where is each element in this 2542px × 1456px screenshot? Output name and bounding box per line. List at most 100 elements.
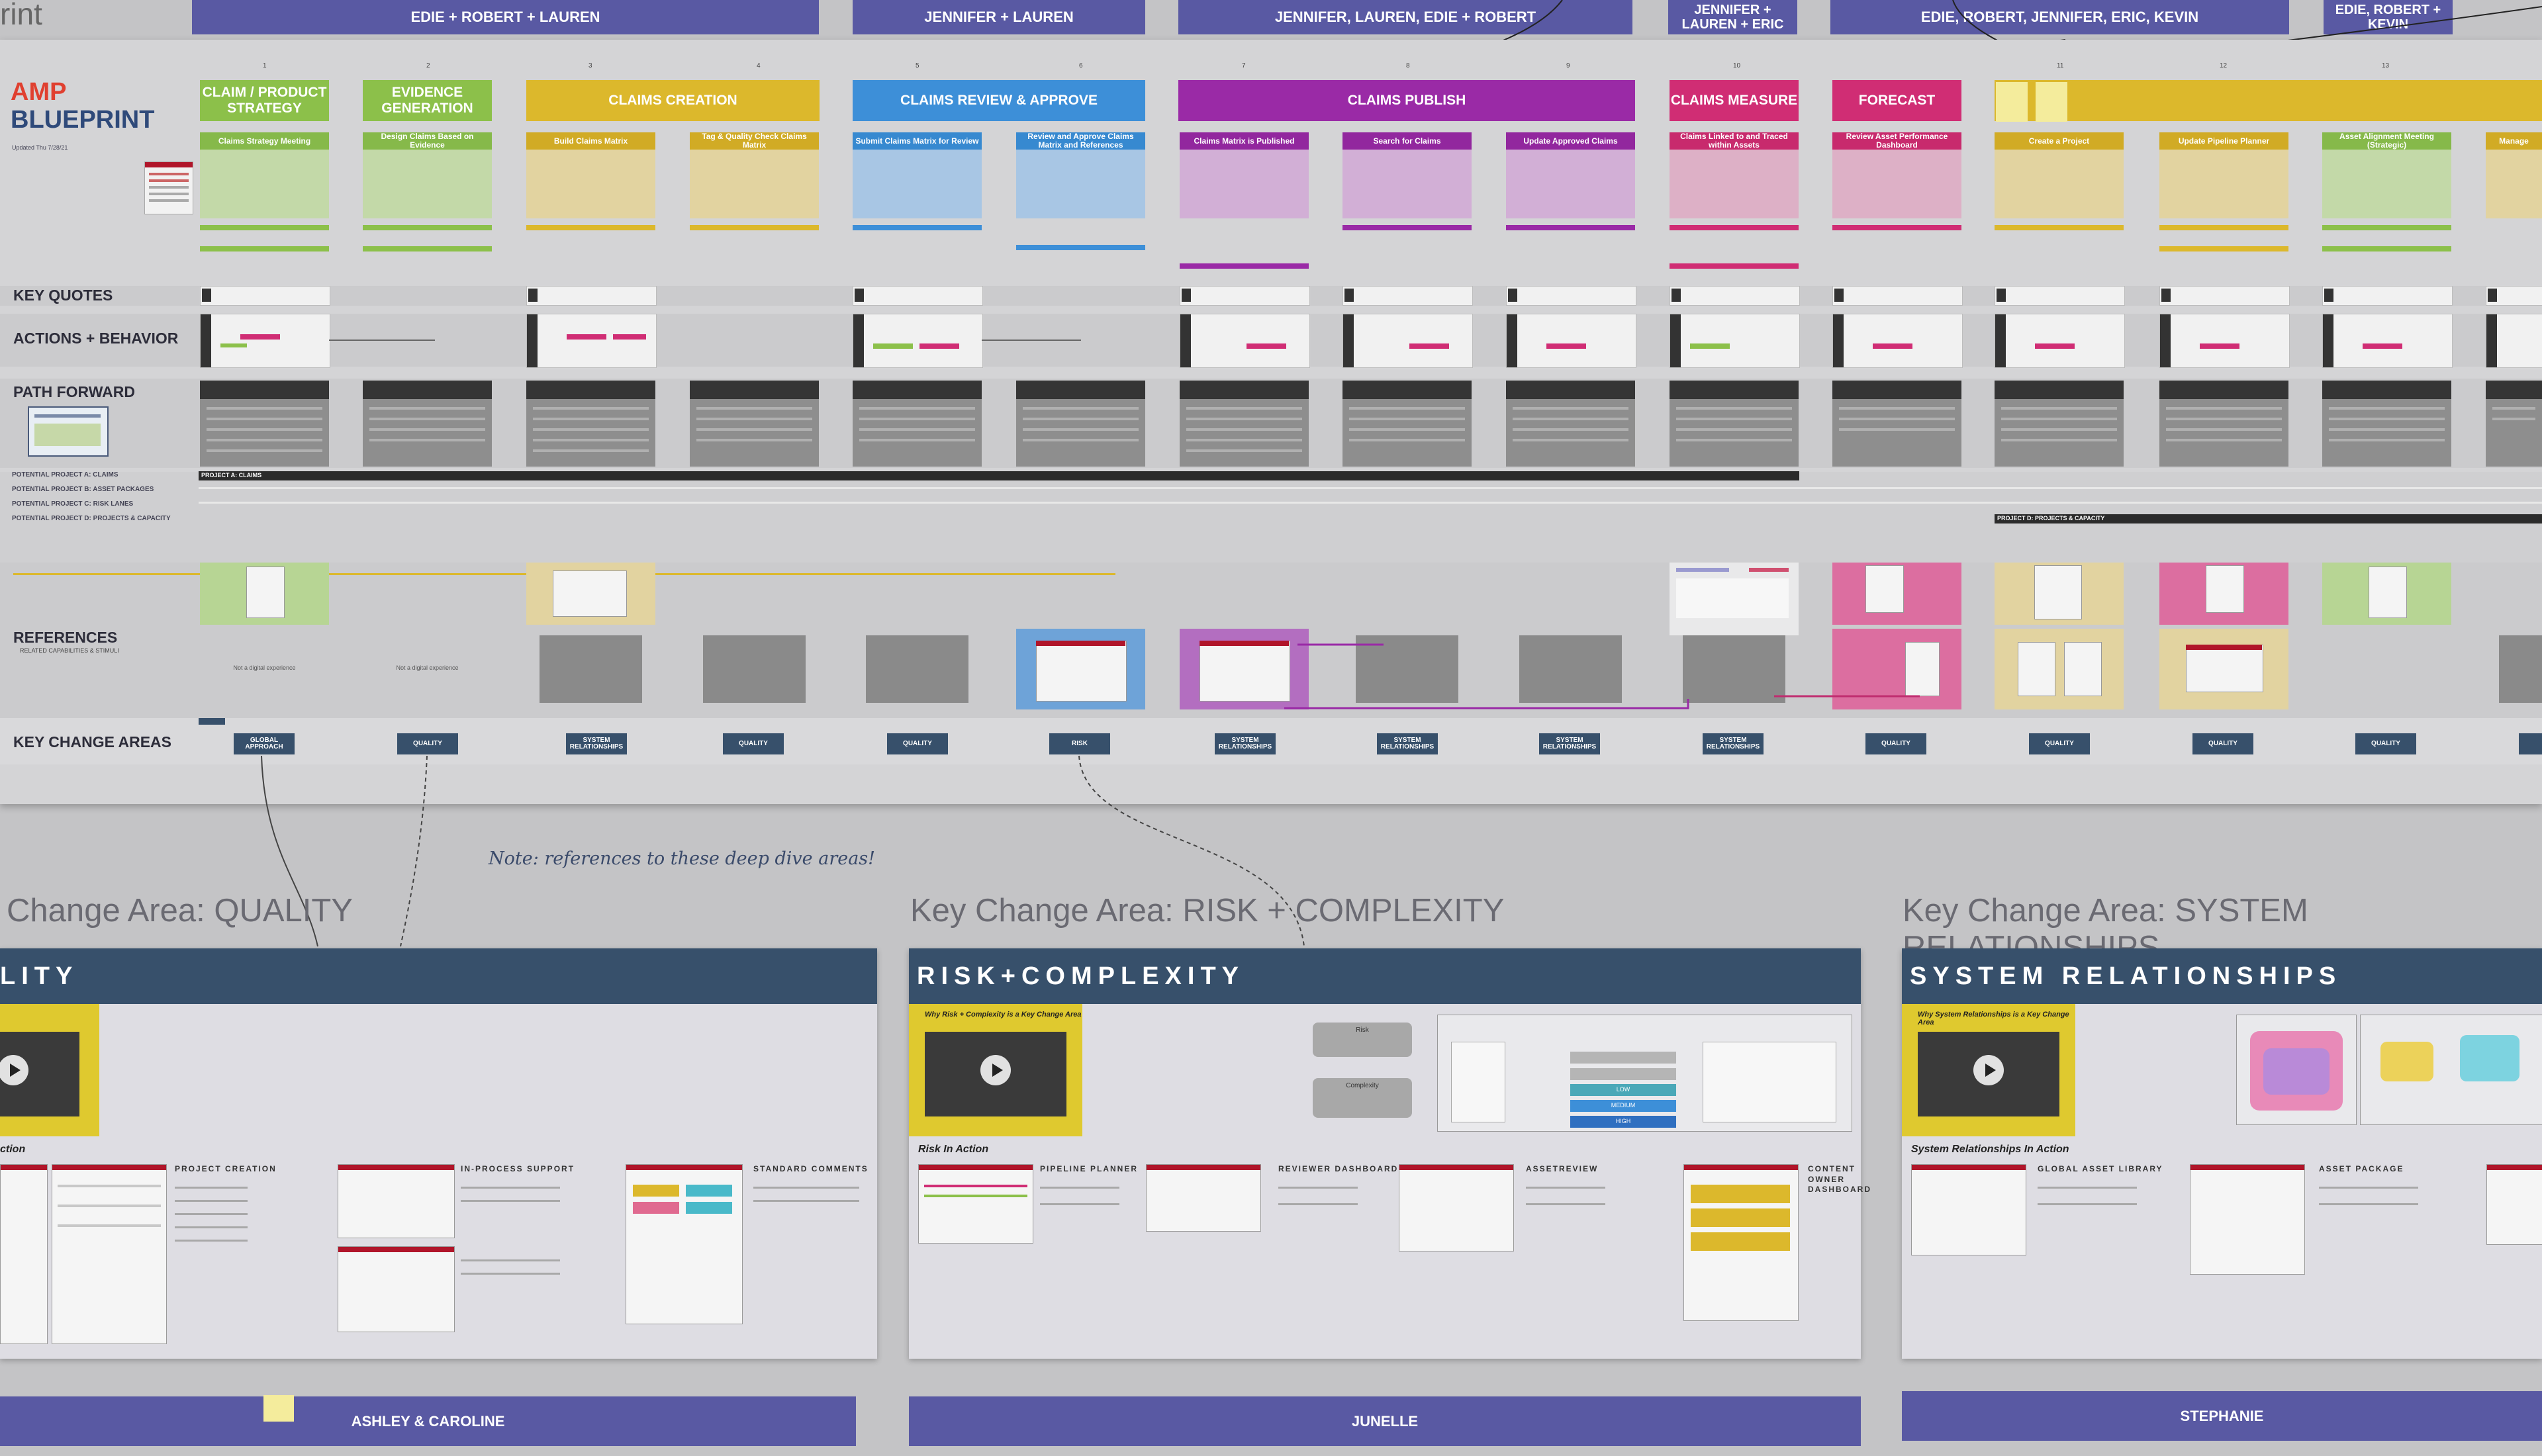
play-icon[interactable] (1973, 1055, 2004, 1085)
path-card[interactable] (526, 381, 655, 467)
process-column[interactable] (1832, 150, 1961, 218)
path-card[interactable] (853, 381, 982, 467)
substep-header[interactable]: Asset Alignment Meeting (Strategic) (2322, 132, 2451, 150)
stage-projects[interactable] (1995, 80, 2542, 121)
path-card[interactable] (1016, 381, 1145, 467)
screenshot-thumb[interactable] (0, 1164, 48, 1344)
quote-card[interactable] (200, 286, 330, 306)
path-card[interactable] (690, 381, 819, 467)
action-card[interactable] (2486, 314, 2542, 368)
process-column[interactable] (1995, 150, 2124, 218)
action-card[interactable] (1342, 314, 1473, 368)
relationship-diagram[interactable] (2236, 1015, 2357, 1125)
substep-header[interactable]: Review Asset Performance Dashboard (1832, 132, 1961, 150)
quote-card[interactable] (2322, 286, 2453, 306)
substep-header[interactable]: Design Claims Based on Evidence (363, 132, 492, 150)
action-card[interactable] (200, 314, 330, 368)
reference-tile[interactable] (2159, 629, 2288, 709)
play-icon[interactable] (980, 1055, 1011, 1085)
screenshot-thumb[interactable] (1911, 1164, 2026, 1255)
risk-diagram[interactable]: LOW MEDIUM HIGH (1437, 1015, 1852, 1132)
sticky-note[interactable] (2036, 82, 2067, 122)
substep-header[interactable]: Update Pipeline Planner (2159, 132, 2288, 150)
substep-header[interactable]: Search for Claims (1342, 132, 1472, 150)
reference-tile[interactable] (2499, 635, 2542, 703)
sticky-note[interactable] (263, 1395, 294, 1422)
process-column[interactable] (526, 150, 655, 218)
screenshot-thumb[interactable] (2190, 1164, 2305, 1275)
action-card[interactable] (1506, 314, 1636, 368)
reference-tile[interactable] (703, 635, 806, 703)
process-column[interactable] (2322, 150, 2451, 218)
substep-header[interactable]: Build Claims Matrix (526, 132, 655, 150)
substep-header[interactable]: Manage (2486, 132, 2542, 150)
sticky-note[interactable] (1996, 82, 2028, 122)
quote-card[interactable] (1670, 286, 1800, 306)
screenshot-thumb[interactable] (2486, 1164, 2542, 1245)
path-forward-thumbnail[interactable] (28, 406, 109, 457)
process-column[interactable] (1016, 150, 1145, 218)
substep-header[interactable]: Claims Matrix is Published (1180, 132, 1309, 150)
stage-forecast[interactable]: FORECAST (1832, 80, 1961, 121)
quote-card[interactable] (1995, 286, 2125, 306)
project-bar-capacity[interactable]: PROJECT D: PROJECTS & CAPACITY (1995, 514, 2542, 523)
stage-claim-strategy[interactable]: CLAIM / PRODUCT STRATEGY (200, 80, 329, 121)
owner-bar[interactable]: STEPHANIE (1902, 1391, 2542, 1441)
reference-tile[interactable] (1995, 629, 2124, 709)
reference-tile[interactable] (1995, 563, 2124, 625)
key-change-tag[interactable]: SYSTEM RELATIONSHIPS (1703, 733, 1764, 754)
screenshot-thumb[interactable] (1683, 1164, 1799, 1321)
screenshot-thumb[interactable] (338, 1246, 455, 1332)
process-column[interactable] (1342, 150, 1472, 218)
video-panel[interactable]: Why Risk + Complexity is a Key Change Ar… (909, 1004, 1082, 1136)
path-card[interactable] (1995, 381, 2124, 467)
key-change-tag[interactable]: SYSTEM RELATIONSHIPS (566, 733, 627, 754)
reference-tile[interactable] (2159, 563, 2288, 625)
key-change-tag[interactable]: QUALITY (2355, 733, 2416, 754)
process-column[interactable] (2486, 150, 2542, 218)
video-panel[interactable]: Why System Relationships is a Key Change… (1902, 1004, 2075, 1136)
reference-tile[interactable] (1670, 563, 1799, 635)
relationship-diagram[interactable] (2360, 1015, 2542, 1125)
substep-header[interactable]: Create a Project (1995, 132, 2124, 150)
blueprint-thumbnail[interactable] (144, 161, 193, 214)
key-change-tag[interactable]: SYSTEM RELATIONSHIPS (1539, 733, 1600, 754)
reference-tile[interactable] (1016, 629, 1145, 709)
screenshot-thumb[interactable] (52, 1164, 167, 1344)
stage-claims-review[interactable]: CLAIMS REVIEW & APPROVE (853, 80, 1145, 121)
key-change-tag[interactable]: QUALITY (2192, 733, 2253, 754)
action-card[interactable] (1832, 314, 1963, 368)
video-panel[interactable] (0, 1004, 99, 1136)
process-column[interactable] (363, 150, 492, 218)
reference-tile[interactable] (866, 635, 968, 703)
path-card[interactable] (200, 381, 329, 467)
key-change-tag[interactable]: QUALITY (397, 733, 458, 754)
action-card[interactable] (526, 314, 657, 368)
screenshot-thumb[interactable] (626, 1164, 743, 1324)
key-change-tag[interactable]: RISK (1049, 733, 1110, 754)
path-card[interactable] (2486, 381, 2542, 467)
action-card[interactable] (1995, 314, 2125, 368)
key-change-tag[interactable]: QUALITY (887, 733, 948, 754)
stage-claims-measure[interactable]: CLAIMS MEASURE (1670, 80, 1799, 121)
substep-header[interactable]: Claims Strategy Meeting (200, 132, 329, 150)
substep-header[interactable]: Tag & Quality Check Claims Matrix (690, 132, 819, 150)
path-card[interactable] (1506, 381, 1635, 467)
path-card[interactable] (1832, 381, 1961, 467)
key-change-tag[interactable]: QUALITY (2029, 733, 2090, 754)
quote-card[interactable] (526, 286, 657, 306)
action-card[interactable] (1180, 314, 1310, 368)
path-card[interactable] (1670, 381, 1799, 467)
process-column[interactable] (200, 150, 329, 218)
process-column[interactable] (2159, 150, 2288, 218)
stage-claims-publish[interactable]: CLAIMS PUBLISH (1178, 80, 1635, 121)
key-change-tag[interactable]: GLOBAL APPROACH (234, 733, 295, 754)
screenshot-thumb[interactable] (918, 1164, 1033, 1244)
stage-evidence-generation[interactable]: EVIDENCE GENERATION (363, 80, 492, 121)
reference-tile[interactable] (200, 563, 329, 625)
quote-card[interactable] (2159, 286, 2290, 306)
stage-claims-creation[interactable]: CLAIMS CREATION (526, 80, 820, 121)
substep-header[interactable]: Review and Approve Claims Matrix and Ref… (1016, 132, 1145, 150)
path-card[interactable] (2322, 381, 2451, 467)
path-card[interactable] (1180, 381, 1309, 467)
